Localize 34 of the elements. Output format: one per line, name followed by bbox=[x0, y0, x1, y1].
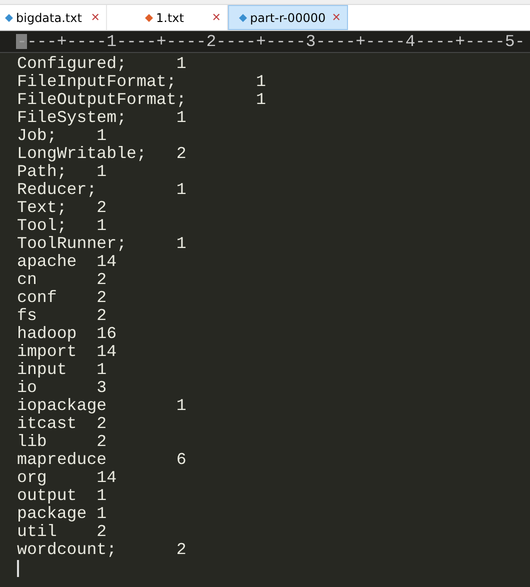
text-line: FileOutputFormat; 1 bbox=[17, 91, 267, 109]
text-line: Job; 1 bbox=[17, 127, 108, 145]
text-line: lib 2 bbox=[17, 433, 108, 451]
text-line: hadoop 16 bbox=[17, 325, 118, 343]
text-cursor bbox=[17, 560, 19, 577]
text-line: org 14 bbox=[17, 469, 118, 487]
text-line: input 1 bbox=[17, 361, 108, 379]
file-tab[interactable]: bigdata.txt ✕ bbox=[0, 5, 107, 30]
text-line: LongWritable; 2 bbox=[17, 145, 188, 163]
close-button[interactable]: ✕ bbox=[90, 11, 100, 24]
text-line: FileSystem; 1 bbox=[17, 109, 188, 127]
close-button[interactable]: ✕ bbox=[212, 11, 221, 24]
text-line: apache 14 bbox=[17, 253, 118, 271]
text-line: Configured; 1 bbox=[17, 55, 188, 73]
text-line: iopackage 1 bbox=[17, 397, 188, 415]
text-line: fs 2 bbox=[17, 307, 108, 325]
text-line: package 1 bbox=[17, 505, 108, 523]
text-line: ToolRunner; 1 bbox=[17, 235, 188, 253]
text-line: FileInputFormat; 1 bbox=[17, 73, 267, 91]
text-line: io 3 bbox=[17, 379, 108, 397]
text-line: Tool; 1 bbox=[17, 217, 108, 235]
text-line: wordcount; 2 bbox=[17, 541, 188, 559]
text-line: output 1 bbox=[17, 487, 108, 505]
text-line: import 14 bbox=[17, 343, 118, 361]
text-line: util 2 bbox=[17, 523, 108, 541]
text-line: Path; 1 bbox=[17, 163, 108, 181]
text-line: Reducer; 1 bbox=[17, 181, 188, 199]
close-button[interactable]: ✕ bbox=[332, 11, 341, 24]
text-line: conf 2 bbox=[17, 289, 108, 307]
text-line: cn 2 bbox=[17, 271, 108, 289]
text-line: itcast 2 bbox=[17, 415, 108, 433]
text-line: Text; 2 bbox=[17, 199, 108, 217]
text-line: mapreduce 6 bbox=[17, 451, 188, 469]
file-tab[interactable]: part-r-00000 ✕ bbox=[228, 5, 348, 30]
